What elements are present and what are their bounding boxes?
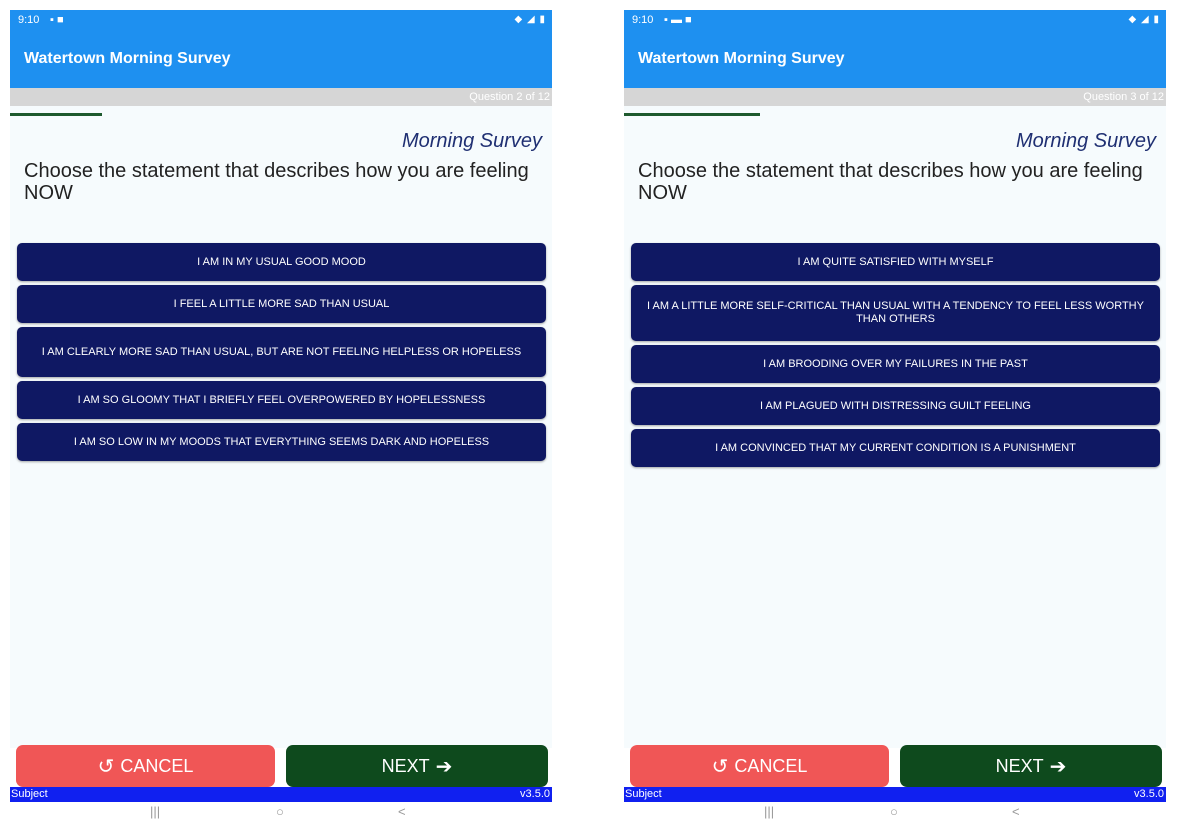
survey-content: Question 2 of 12 Morning Survey Choose t… — [10, 88, 552, 748]
survey-content: Question 3 of 12 Morning Survey Choose t… — [624, 88, 1166, 748]
survey-screen-question-3: 9:10 ▪ ▬ ■ ◆ ◢ ▮ Watertown Morning Surve… — [624, 10, 1166, 822]
signal-battery-icons: ◆ ◢ ▮ — [514, 14, 546, 25]
survey-name: Morning Survey — [401, 130, 542, 152]
system-nav-bar: ||| ○ < — [10, 802, 552, 822]
app-bar: Watertown Morning Survey — [10, 30, 552, 88]
survey-screen-question-2: 9:10 ▪ ■ ◆ ◢ ▮ Watertown Morning Survey … — [10, 10, 552, 822]
answer-options: I AM IN MY USUAL GOOD MOOD I FEEL A LITT… — [17, 243, 546, 465]
answer-option[interactable]: I AM IN MY USUAL GOOD MOOD — [17, 243, 546, 281]
footer-role: Subject — [625, 788, 662, 800]
progress-label: Question 2 of 12 — [469, 91, 550, 103]
progress-track: Question 2 of 12 — [10, 88, 552, 106]
undo-icon: ↺ — [711, 755, 729, 778]
answer-options: I AM QUITE SATISFIED WITH MYSELF I AM A … — [631, 243, 1160, 471]
app-bar: Watertown Morning Survey — [624, 30, 1166, 88]
question-text: Choose the statement that describes how … — [638, 160, 1143, 204]
progress-fill — [624, 113, 760, 116]
answer-option[interactable]: I FEEL A LITTLE MORE SAD THAN USUAL — [17, 285, 546, 323]
status-time: 9:10 — [632, 14, 654, 26]
status-bar: 9:10 ▪ ■ ◆ ◢ ▮ — [10, 10, 552, 30]
app-title: Watertown Morning Survey — [638, 50, 845, 67]
answer-option[interactable]: I AM QUITE SATISFIED WITH MYSELF — [631, 243, 1160, 281]
home-icon[interactable]: ○ — [890, 802, 898, 822]
next-button[interactable]: NEXT ➔ — [286, 745, 548, 787]
cancel-label: CANCEL — [120, 755, 194, 776]
footer-bar: Subject v3.5.0 — [624, 787, 1166, 802]
notification-icons: ▪ ■ — [50, 14, 64, 26]
arrow-circle-right-icon: ➔ — [435, 755, 453, 778]
next-label: NEXT — [381, 755, 430, 776]
arrow-circle-right-icon: ➔ — [1049, 755, 1067, 778]
answer-option[interactable]: I AM BROODING OVER MY FAILURES IN THE PA… — [631, 345, 1160, 383]
back-icon[interactable]: < — [1012, 802, 1020, 822]
app-title: Watertown Morning Survey — [24, 50, 231, 67]
home-icon[interactable]: ○ — [276, 802, 284, 822]
survey-name: Morning Survey — [1015, 130, 1156, 152]
undo-icon: ↺ — [97, 755, 115, 778]
back-icon[interactable]: < — [398, 802, 406, 822]
status-bar: 9:10 ▪ ▬ ■ ◆ ◢ ▮ — [624, 10, 1166, 30]
progress-label: Question 3 of 12 — [1083, 91, 1164, 103]
next-button[interactable]: NEXT ➔ — [900, 745, 1162, 787]
footer-version: v3.5.0 — [1134, 788, 1164, 800]
footer-role: Subject — [11, 788, 48, 800]
system-nav-bar: ||| ○ < — [624, 802, 1166, 822]
recents-icon[interactable]: ||| — [150, 802, 160, 822]
progress-fill — [10, 113, 103, 116]
answer-option[interactable]: I AM PLAGUED WITH DISTRESSING GUILT FEEL… — [631, 387, 1160, 425]
progress-track: Question 3 of 12 — [624, 88, 1166, 106]
answer-option[interactable]: I AM A LITTLE MORE SELF-CRITICAL THAN US… — [631, 285, 1160, 341]
cancel-label: CANCEL — [734, 755, 808, 776]
footer-version: v3.5.0 — [520, 788, 550, 800]
cancel-button[interactable]: ↺ CANCEL — [630, 745, 889, 787]
footer-bar: Subject v3.5.0 — [10, 787, 552, 802]
answer-option[interactable]: I AM SO GLOOMY THAT I BRIEFLY FEEL OVERP… — [17, 381, 546, 419]
answer-option[interactable]: I AM CONVINCED THAT MY CURRENT CONDITION… — [631, 429, 1160, 467]
answer-option[interactable]: I AM SO LOW IN MY MOODS THAT EVERYTHING … — [17, 423, 546, 461]
answer-option[interactable]: I AM CLEARLY MORE SAD THAN USUAL, BUT AR… — [17, 327, 546, 377]
signal-battery-icons: ◆ ◢ ▮ — [1128, 14, 1160, 25]
recents-icon[interactable]: ||| — [764, 802, 774, 822]
notification-icons: ▪ ▬ ■ — [664, 14, 692, 26]
status-time: 9:10 — [18, 14, 40, 26]
next-label: NEXT — [995, 755, 1044, 776]
cancel-button[interactable]: ↺ CANCEL — [16, 745, 275, 787]
question-text: Choose the statement that describes how … — [24, 160, 529, 204]
